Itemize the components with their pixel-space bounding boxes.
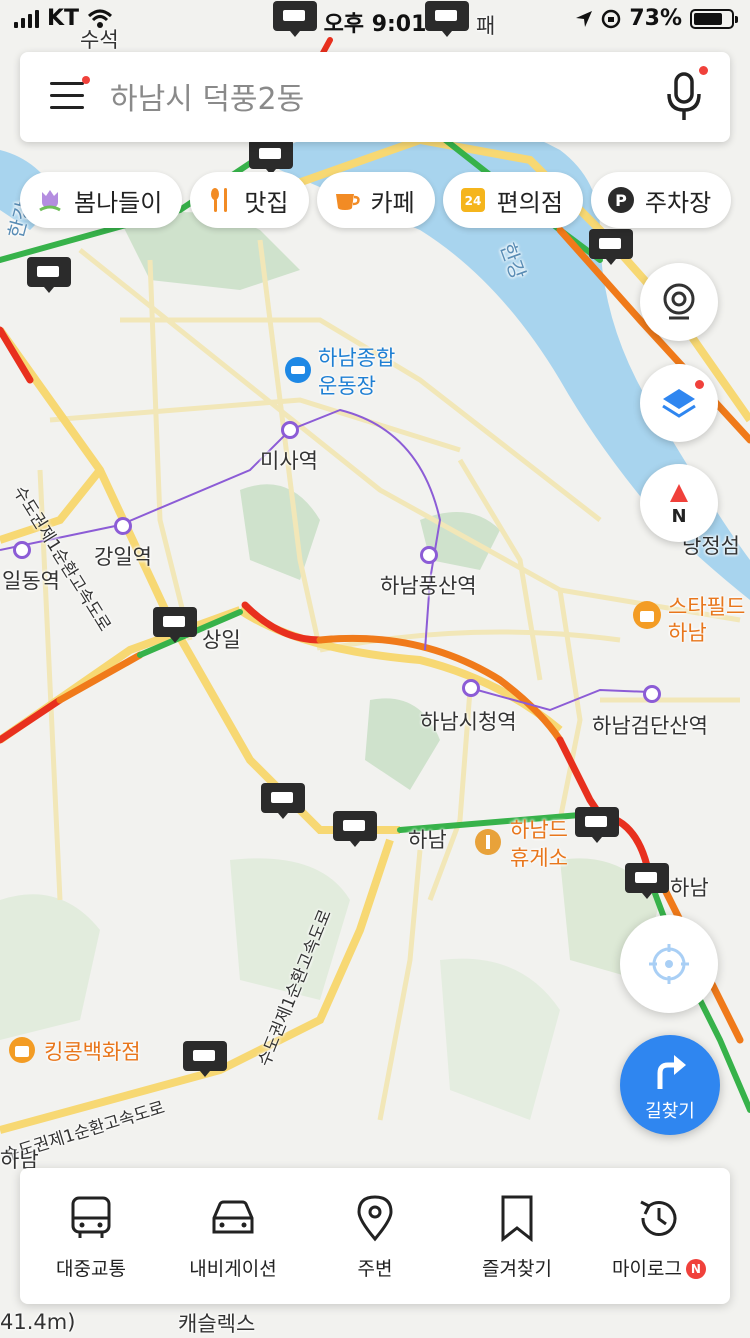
station-marker[interactable] [114, 517, 132, 535]
map-label-misa-station[interactable]: 미사역 [260, 445, 318, 475]
microphone-icon[interactable] [664, 66, 708, 122]
tab-mylog[interactable]: 마이로그 N [588, 1168, 730, 1304]
cctv-icon [663, 283, 695, 320]
cctv-camera-icon[interactable] [574, 806, 620, 844]
restaurant-icon [206, 186, 234, 214]
cctv-camera-icon[interactable] [182, 1040, 228, 1078]
parking-icon: P [607, 186, 635, 214]
status-bar: KT 오후 9:01 73% [0, 0, 750, 40]
cctv-camera-icon[interactable] [332, 810, 378, 848]
chip-label: 봄나들이 [74, 188, 163, 217]
map-label-kingkong[interactable]: 킹콩백화점 [44, 1036, 141, 1066]
chip-label: 카페 [370, 188, 415, 217]
station-marker[interactable] [420, 546, 438, 564]
station-marker[interactable] [281, 421, 299, 439]
chip-convenience-store[interactable]: 24 편의점 [442, 172, 583, 228]
menu-icon[interactable] [50, 76, 90, 110]
cctv-camera-icon[interactable] [588, 228, 634, 266]
turn-arrow-icon [657, 1055, 686, 1089]
directions-label: 길찾기 [645, 1101, 695, 1122]
svg-text:24: 24 [464, 194, 481, 208]
restaurant-poi-icon[interactable] [474, 828, 502, 856]
shopping-poi-icon[interactable] [632, 600, 662, 630]
layers-icon [662, 389, 696, 418]
map-label-distance: 41.4m) [0, 1310, 76, 1334]
tab-public-transit[interactable]: 대중교통 [20, 1168, 162, 1304]
cctv-camera-icon[interactable] [26, 256, 72, 294]
shopping-poi-icon[interactable] [8, 1036, 36, 1064]
history-icon [640, 1200, 677, 1236]
location-pin-icon [357, 1195, 393, 1242]
svg-text:P: P [615, 191, 627, 210]
search-bar[interactable]: 하남시 덕풍2동 [20, 52, 730, 142]
current-location-button[interactable] [620, 915, 718, 1013]
tab-label: 내비게이션 [189, 1258, 277, 1280]
notification-dot [82, 76, 90, 84]
stadium-poi-icon[interactable] [284, 356, 312, 384]
tulip-icon [36, 186, 64, 214]
bookmark-icon [501, 1195, 533, 1243]
map-label-geomdansan-station[interactable]: 하남검단산역 [592, 710, 708, 740]
station-marker[interactable] [462, 679, 480, 697]
chip-parking[interactable]: P 주차장 [590, 172, 732, 228]
map-label-starfield[interactable]: 스타필드 하남 [668, 594, 745, 646]
cctv-camera-icon[interactable] [248, 138, 294, 176]
tab-navigation[interactable]: 내비게이션 [162, 1168, 304, 1304]
rotation-lock-icon [602, 9, 621, 28]
category-chips: 봄나들이 맛집 카페 24 편의점 P 주차장 [20, 172, 732, 228]
new-badge: N [685, 1259, 706, 1279]
tab-label: 주변 [357, 1258, 393, 1280]
notification-dot [699, 66, 708, 75]
compass-icon: N [670, 484, 688, 526]
search-input[interactable]: 하남시 덕풍2동 [110, 74, 304, 118]
tab-favorites[interactable]: 즐겨찾기 [446, 1168, 588, 1304]
tab-label: 대중교통 [56, 1258, 126, 1280]
map-label-sports-complex[interactable]: 하남종합 운동장 [318, 344, 395, 400]
cctv-camera-icon[interactable] [624, 862, 670, 900]
directions-button[interactable]: 길찾기 [620, 1035, 720, 1135]
cctv-camera-icon[interactable] [152, 606, 198, 644]
chip-cafe[interactable]: 카페 [316, 172, 435, 228]
cctv-toggle-button[interactable] [640, 263, 718, 341]
cctv-camera-icon[interactable] [260, 782, 306, 820]
map-label-cityhall-station[interactable]: 하남시청역 [420, 706, 517, 736]
battery-icon [690, 8, 738, 29]
station-marker[interactable] [643, 685, 661, 703]
notification-dot [695, 380, 704, 389]
map-label-ildong-station[interactable]: 일동역 [2, 565, 60, 595]
tab-label: 즐겨찾기 [482, 1258, 552, 1280]
layers-button[interactable] [640, 364, 718, 442]
location-arrow-icon [576, 10, 593, 27]
coffee-icon [333, 186, 361, 214]
map-label-rest-area[interactable]: 하남드 휴게소 [510, 816, 568, 872]
convenience-store-icon: 24 [459, 186, 487, 214]
chip-label: 주차장 [644, 188, 712, 217]
bus-icon [71, 1196, 111, 1238]
svg-text:N: N [671, 506, 686, 526]
chip-label: 맛집 [244, 188, 289, 217]
crosshair-icon [649, 944, 689, 984]
car-icon [212, 1200, 254, 1234]
compass-button[interactable]: N [640, 464, 718, 542]
map-label-gangil-station[interactable]: 강일역 [94, 541, 152, 571]
station-marker[interactable] [13, 541, 31, 559]
map-label-hanam-ic: 하남 [408, 828, 447, 852]
tab-label-wrap: 마이로그 N [588, 1254, 730, 1281]
bottom-navigation: 대중교통 내비게이션 주변 즐겨찾기 마이로그 N [20, 1168, 730, 1304]
map-label-hanam-right: 하남 [670, 876, 709, 900]
map-label-sangil: 상일 [202, 628, 241, 652]
battery-percent: 73% [629, 6, 682, 31]
chip-label: 편의점 [496, 188, 563, 217]
map-label-pungsan-station[interactable]: 하남풍산역 [380, 570, 477, 600]
chip-spring-outing[interactable]: 봄나들이 [20, 172, 183, 228]
tab-nearby[interactable]: 주변 [304, 1168, 446, 1304]
chip-restaurants[interactable]: 맛집 [190, 172, 309, 228]
tab-label: 마이로그 [612, 1258, 682, 1280]
